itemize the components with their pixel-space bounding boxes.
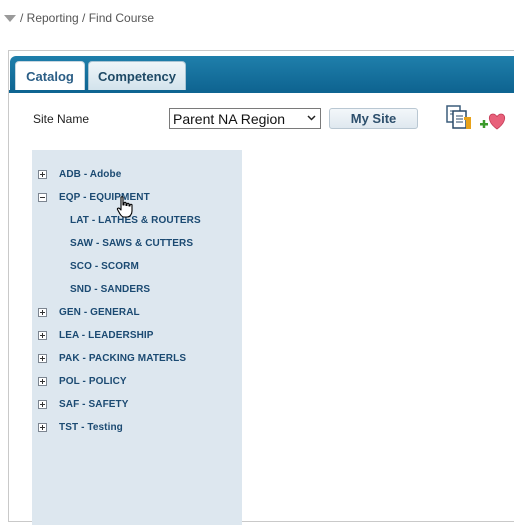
tree-node-label[interactable]: GEN - GENERAL	[59, 307, 140, 318]
tree-node-label[interactable]: ADB - Adobe	[59, 169, 121, 180]
plus-box-icon[interactable]	[38, 169, 47, 179]
tree-node-label[interactable]: PAK - PACKING MATERLS	[59, 353, 186, 364]
tree-node[interactable]: POL - POLICY	[32, 373, 127, 389]
site-name-value: Parent NA Region	[173, 110, 286, 127]
tree-child-node[interactable]: SCO - SCORM	[32, 258, 139, 274]
tree-child-label[interactable]: SCO - SCORM	[70, 261, 139, 272]
tree-node-label[interactable]: SAF - SAFETY	[59, 399, 129, 410]
chevron-down-icon	[307, 115, 316, 121]
tree-child-node[interactable]: SND - SANDERS	[32, 281, 150, 297]
tree-node-label[interactable]: POL - POLICY	[59, 376, 127, 387]
plus-box-icon[interactable]	[38, 307, 47, 317]
tree-child-node[interactable]: SAW - SAWS & CUTTERS	[32, 235, 193, 251]
tree-node[interactable]: SAF - SAFETY	[32, 396, 129, 412]
find-course-panel: Catalog Competency Site Name Parent NA R…	[8, 50, 514, 525]
plus-box-icon[interactable]	[38, 330, 47, 340]
add-favorite-icon[interactable]	[479, 110, 507, 132]
breadcrumb-text: / Reporting / Find Course	[20, 11, 155, 25]
plus-box-icon[interactable]	[38, 376, 47, 386]
tab-bar: Catalog Competency	[10, 56, 514, 90]
plus-box-icon[interactable]	[38, 353, 47, 363]
tab-underline	[9, 90, 514, 93]
plus-box-icon[interactable]	[38, 422, 47, 432]
tree-node-label[interactable]: TST - Testing	[59, 422, 123, 433]
minus-box-icon[interactable]	[38, 192, 47, 202]
tree-node[interactable]: GEN - GENERAL	[32, 304, 140, 320]
my-site-button[interactable]: My Site	[329, 108, 418, 129]
tree-node[interactable]: ADB - Adobe	[32, 166, 121, 182]
tree-child-label[interactable]: SAW - SAWS & CUTTERS	[70, 238, 193, 249]
tree-node[interactable]: PAK - PACKING MATERLS	[32, 350, 186, 366]
breadcrumb: / Reporting / Find Course	[0, 8, 154, 28]
tree-child-node[interactable]: LAT - LATHES & ROUTERS	[32, 212, 201, 228]
tree-node[interactable]: TST - Testing	[32, 419, 123, 435]
tree-node[interactable]: EQP - EQUIPMENT	[32, 189, 150, 205]
tab-competency[interactable]: Competency	[88, 61, 186, 90]
tree-child-label[interactable]: LAT - LATHES & ROUTERS	[70, 215, 201, 226]
tree-child-label[interactable]: SND - SANDERS	[70, 284, 150, 295]
site-name-select[interactable]: Parent NA Region	[169, 108, 321, 129]
copy-icon[interactable]	[446, 105, 474, 131]
tree-node[interactable]: LEA - LEADERSHIP	[32, 327, 154, 343]
collapse-triangle-icon[interactable]	[4, 14, 16, 22]
tab-catalog[interactable]: Catalog	[15, 61, 85, 90]
tree-node-label[interactable]: EQP - EQUIPMENT	[59, 192, 150, 203]
catalog-tree: ADB - Adobe EQP - EQUIPMENT LAT - LATHES &…	[32, 150, 242, 525]
site-name-label: Site Name	[33, 112, 90, 126]
plus-box-icon[interactable]	[38, 399, 47, 409]
tree-node-label[interactable]: LEA - LEADERSHIP	[59, 330, 154, 341]
